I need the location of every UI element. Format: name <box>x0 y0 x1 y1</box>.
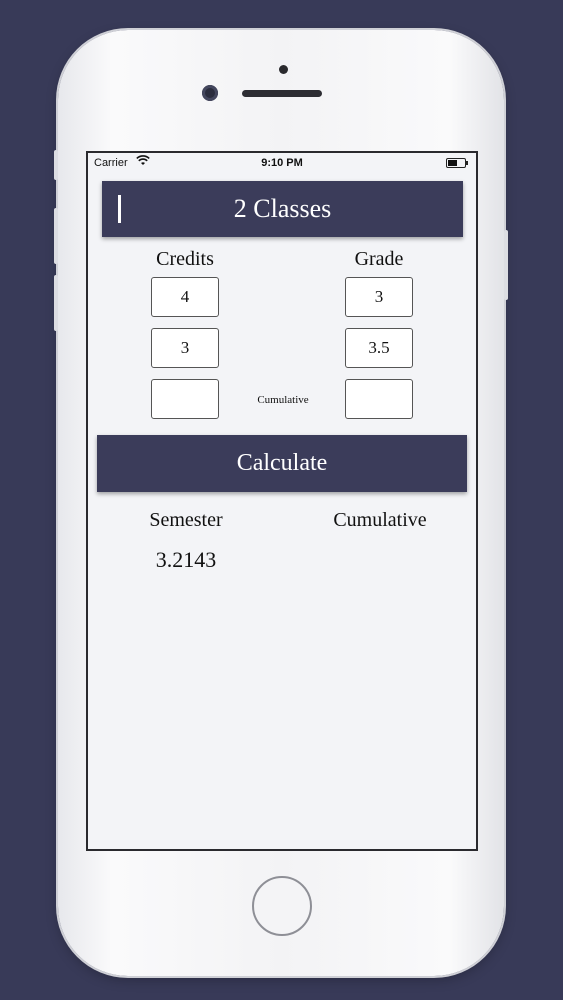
cumulative-credits-input[interactable] <box>151 379 219 419</box>
grade-input-1[interactable]: 3 <box>345 277 413 317</box>
volume-down-button <box>54 275 58 331</box>
mute-switch <box>54 150 58 180</box>
proximity-sensor <box>279 65 288 74</box>
cumulative-grade-input[interactable] <box>345 379 413 419</box>
home-button[interactable] <box>252 876 312 936</box>
power-button <box>504 230 508 300</box>
credits-input-1[interactable]: 4 <box>151 277 219 317</box>
calculate-button[interactable]: Calculate <box>97 435 467 492</box>
grade-column-label: Grade <box>354 248 404 270</box>
status-time: 9:10 PM <box>261 157 303 169</box>
credits-input-2[interactable]: 3 <box>151 328 219 368</box>
front-camera-icon <box>202 85 218 101</box>
status-bar: Carrier 9:10 PM <box>88 153 476 175</box>
volume-up-button <box>54 208 58 264</box>
semester-label: Semester <box>149 509 223 531</box>
class-count-title: 2 Classes <box>233 194 332 223</box>
class-count-field[interactable]: 2 Classes <box>102 181 463 237</box>
cumulative-row-label: Cumulative <box>257 394 309 406</box>
cumulative-result-label: Cumulative <box>333 509 427 531</box>
text-cursor <box>118 195 121 223</box>
grade-input-2[interactable]: 3.5 <box>345 328 413 368</box>
battery-icon <box>446 158 468 168</box>
app-screen: Carrier 9:10 PM 2 Classes Credits Grade … <box>86 151 478 851</box>
semester-gpa-value: 3.2143 <box>155 547 217 572</box>
earpiece-speaker <box>242 90 322 97</box>
credits-column-label: Credits <box>156 248 214 270</box>
